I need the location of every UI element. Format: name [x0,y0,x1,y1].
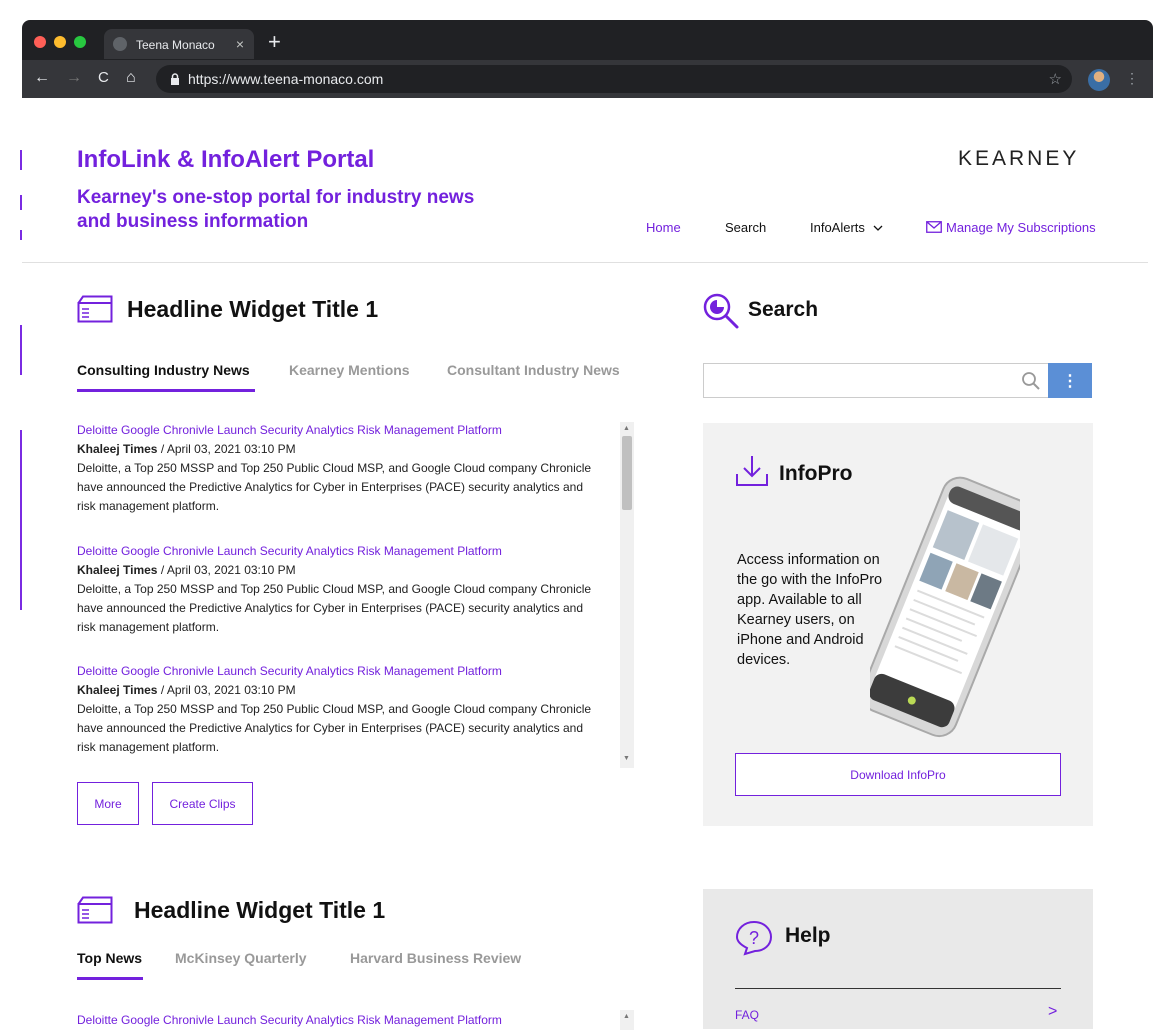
tab-top-news[interactable]: Top News [77,950,142,966]
nav-infoalerts-label: InfoAlerts [810,220,865,235]
scroll-up-arrow-icon[interactable]: ▲ [623,1013,630,1020]
back-icon[interactable]: ← [34,70,50,86]
forward-icon[interactable]: → [66,70,82,86]
browser-tab[interactable]: Teena Monaco × [104,29,254,59]
nav-search[interactable]: Search [725,220,766,235]
portal-subtitle: Kearney's one-stop portal for industry n… [77,187,475,232]
envelope-icon [926,221,942,233]
article-source: Khaleej Times [77,683,158,697]
article-headline-link[interactable]: Deloitte Google Chronivle Launch Securit… [77,662,597,681]
nav-manage-subscriptions[interactable]: Manage My Subscriptions [926,220,1096,235]
create-clips-button[interactable]: Create Clips [152,782,253,825]
browser-menu-icon[interactable]: ⋮ [1125,70,1139,87]
newspaper-icon [77,896,113,924]
browser-window: Teena Monaco × + ← → C ⌂ https://www.tee… [22,20,1153,98]
svg-text:?: ? [749,928,759,948]
profile-avatar[interactable] [1088,69,1110,91]
news-article: Deloitte Google Chronivle Launch Securit… [77,1011,597,1030]
news-article: Deloitte Google Chronivle Launch Securit… [77,421,597,516]
article-meta: Khaleej Times / April 03, 2021 03:10 PM [77,561,597,580]
scroll-down-arrow-icon[interactable]: ▼ [623,755,630,762]
article-meta: Khaleej Times / April 03, 2021 03:10 PM [77,681,597,700]
article-headline-link[interactable]: Deloitte Google Chronivle Launch Securit… [77,421,597,440]
article-headline-link[interactable]: Deloitte Google Chronivle Launch Securit… [77,542,597,561]
left-edge-mark [20,230,22,240]
new-tab-icon[interactable]: + [268,30,281,54]
widget-title: Headline Widget Title 1 [127,296,379,322]
widget-title: Headline Widget Title 1 [134,897,386,923]
download-infopro-button[interactable]: Download InfoPro [735,753,1061,796]
infopro-description: Access information on the go with the In… [737,552,883,668]
nav-infoalerts[interactable]: InfoAlerts [810,220,883,235]
search-title: Search [748,298,819,321]
reload-icon[interactable]: C [98,70,109,86]
download-icon [736,456,768,486]
portal-title: InfoLink & InfoAlert Portal [77,146,375,173]
scrollbar-thumb[interactable] [622,436,632,510]
left-edge-mark [20,195,22,210]
article-date: / April 03, 2021 03:10 PM [157,683,296,697]
address-bar[interactable]: https://www.teena-monaco.com ☆ [156,65,1072,93]
infopro-title: InfoPro [779,462,853,485]
faq-link[interactable]: FAQ [735,1008,759,1022]
lock-icon [171,73,179,85]
phone-image [870,476,1020,738]
browser-toolbar: ← → C ⌂ https://www.teena-monaco.com ☆ ⋮ [22,60,1153,98]
help-panel [703,889,1093,1029]
tab-mckinsey-quarterly[interactable]: McKinsey Quarterly [175,950,307,966]
search-options-button[interactable]: ⋮ [1048,363,1092,398]
scroll-up-arrow-icon[interactable]: ▲ [623,425,630,432]
left-edge-mark [20,325,22,375]
tab-harvard-business-review[interactable]: Harvard Business Review [350,950,521,966]
minimize-window-button[interactable] [54,36,66,48]
tab-kearney-mentions[interactable]: Kearney Mentions [289,362,410,378]
tab-consultant-industry-news[interactable]: Consultant Industry News [447,362,620,378]
bookmark-star-icon[interactable]: ☆ [1049,70,1062,88]
chevron-down-icon [873,225,883,231]
left-edge-mark [20,150,22,170]
magnifier-icon[interactable] [1021,371,1041,391]
search-analytics-icon [703,293,739,329]
header-divider [22,262,1148,263]
article-meta: Khaleej Times / April 03, 2021 03:10 PM [77,440,597,459]
search-input[interactable]: ⋮ [703,363,1092,398]
article-date: / April 03, 2021 03:10 PM [157,442,296,456]
home-icon[interactable]: ⌂ [126,70,136,86]
article-date: / April 03, 2021 03:10 PM [157,563,296,577]
news-article: Deloitte Google Chronivle Launch Securit… [77,662,597,757]
help-title: Help [785,924,831,947]
tab-title: Teena Monaco [136,38,215,52]
url-text: https://www.teena-monaco.com [188,71,384,87]
newspaper-icon [77,295,113,323]
chevron-right-icon[interactable]: > [1048,1003,1057,1021]
more-button[interactable]: More [77,782,139,825]
article-source: Khaleej Times [77,442,158,456]
left-edge-mark [20,430,22,610]
news-article: Deloitte Google Chronivle Launch Securit… [77,542,597,637]
active-tab-indicator [77,389,255,392]
active-tab-indicator [77,977,143,980]
article-headline-link[interactable]: Deloitte Google Chronivle Launch Securit… [77,1011,597,1030]
nav-home[interactable]: Home [646,220,681,235]
maximize-window-button[interactable] [74,36,86,48]
article-source: Khaleej Times [77,563,158,577]
help-divider [735,988,1061,989]
nav-subscriptions-label: Manage My Subscriptions [946,220,1096,235]
article-body: Deloitte, a Top 250 MSSP and Top 250 Pub… [77,582,592,634]
close-tab-icon[interactable]: × [236,36,244,52]
article-body: Deloitte, a Top 250 MSSP and Top 250 Pub… [77,702,592,754]
close-window-button[interactable] [34,36,46,48]
help-question-icon: ? [735,920,773,956]
kearney-logo[interactable]: KEARNEY [958,147,1079,171]
favicon-icon [113,37,127,51]
tab-consulting-industry-news[interactable]: Consulting Industry News [77,362,250,378]
article-body: Deloitte, a Top 250 MSSP and Top 250 Pub… [77,461,592,513]
